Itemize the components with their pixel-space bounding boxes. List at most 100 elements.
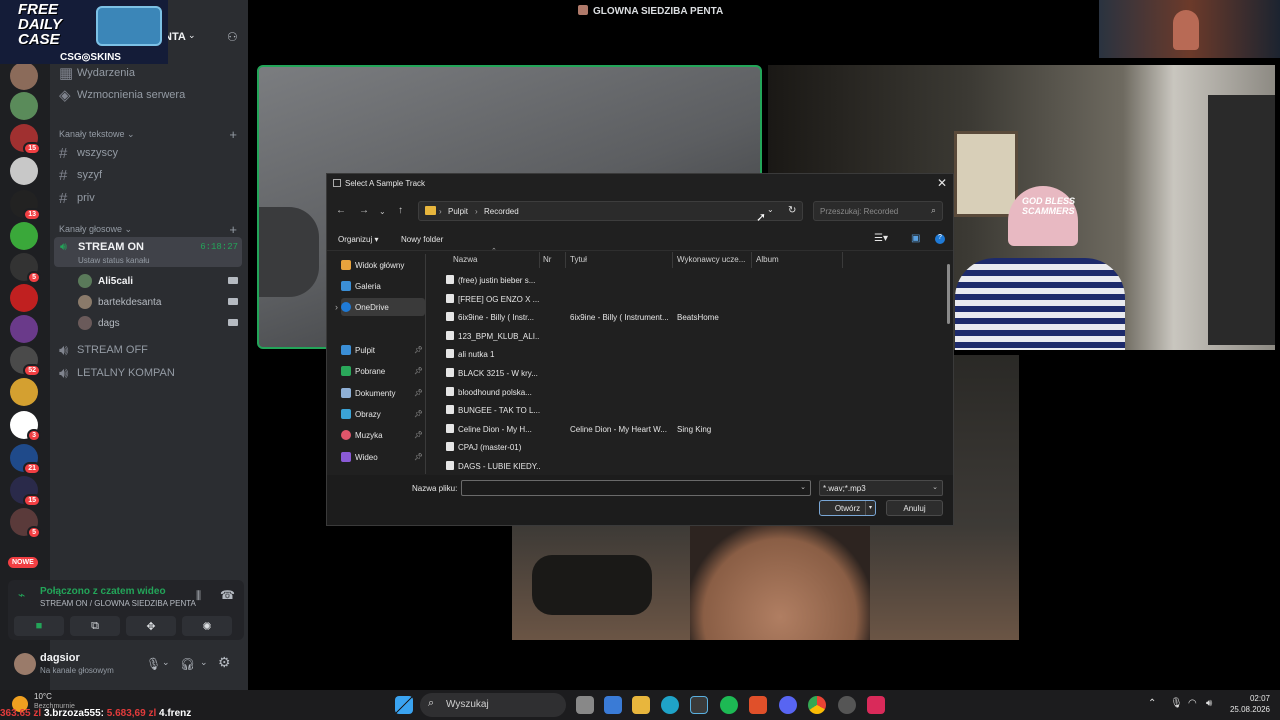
column-divider[interactable] bbox=[672, 252, 673, 268]
server-icon[interactable]: 5 bbox=[10, 508, 41, 539]
disconnect-icon[interactable]: ☎ bbox=[220, 588, 235, 602]
voice-channel-stream-on[interactable]: 🔊︎ STREAM ON Ustaw status kanału 6:18:27 bbox=[54, 237, 242, 267]
activities-button[interactable]: ✥ bbox=[126, 616, 176, 636]
help-icon[interactable]: ? bbox=[935, 234, 945, 244]
discord-icon[interactable] bbox=[779, 696, 797, 714]
column-number[interactable]: Nr bbox=[543, 255, 551, 264]
headphones-icon[interactable]: 🎧︎ bbox=[180, 657, 195, 671]
column-name[interactable]: Nazwa bbox=[453, 255, 477, 264]
column-album[interactable]: Album bbox=[756, 255, 779, 264]
chevron-down-icon[interactable]: ⌄ bbox=[800, 483, 806, 491]
nav-onedrive[interactable]: OneDrive bbox=[341, 298, 425, 316]
server-icon[interactable]: 5 bbox=[10, 253, 41, 284]
pin-icon[interactable]: 📌︎ bbox=[414, 431, 423, 439]
soundboard-button[interactable]: ✺ bbox=[182, 616, 232, 636]
search-input[interactable]: Przeszukaj: Recorded ⌕ bbox=[813, 201, 943, 221]
store-icon[interactable] bbox=[604, 696, 622, 714]
screenshare-button[interactable]: ⧉ bbox=[70, 616, 120, 636]
server-icon[interactable] bbox=[10, 315, 38, 343]
nav-music[interactable]: Muzyka 📌︎ bbox=[341, 426, 425, 444]
cancel-button[interactable]: Anuluj bbox=[886, 500, 943, 516]
server-icon[interactable] bbox=[10, 92, 38, 120]
avatar[interactable] bbox=[14, 653, 36, 675]
filename-input[interactable]: ⌄ bbox=[461, 480, 811, 496]
organize-button[interactable]: Organizuj ▾ bbox=[338, 235, 379, 244]
column-divider[interactable] bbox=[565, 252, 566, 268]
microphone-icon[interactable]: 🎙︎ bbox=[146, 657, 161, 671]
voice-category[interactable]: Kanały głosowe ⌄ + bbox=[59, 222, 243, 237]
add-channel-icon[interactable]: + bbox=[229, 127, 237, 142]
server-icon[interactable] bbox=[10, 62, 38, 90]
server-icon[interactable] bbox=[10, 378, 38, 406]
split-arrow-icon[interactable]: ▾ bbox=[865, 501, 875, 515]
scrollbar[interactable] bbox=[947, 264, 950, 324]
file-row[interactable]: CPAJ (master-01) bbox=[445, 438, 945, 456]
file-row[interactable]: DAGS - LUBIE KIEDY... bbox=[445, 457, 945, 473]
add-user-icon[interactable]: ⚇ bbox=[227, 30, 238, 44]
server-icon[interactable] bbox=[10, 222, 38, 250]
back-icon[interactable]: ← bbox=[336, 205, 346, 216]
pin-icon[interactable]: 📌︎ bbox=[414, 453, 423, 461]
channel-wszyscy[interactable]: # wszyscy bbox=[59, 143, 243, 163]
forward-icon[interactable]: → bbox=[359, 205, 369, 216]
chevron-down-icon[interactable]: ⌄ bbox=[162, 657, 170, 668]
volume-icon[interactable]: 🔊︎ bbox=[1206, 698, 1212, 709]
app-icon[interactable] bbox=[838, 696, 856, 714]
file-row[interactable]: [FREE] OG ENZO X ... bbox=[445, 290, 945, 308]
open-button[interactable]: Otwórz ▾ bbox=[819, 500, 876, 516]
app-icon[interactable] bbox=[690, 696, 708, 714]
file-row[interactable]: BUNGEE - TAK TO L... bbox=[445, 401, 945, 419]
tiktok-icon[interactable] bbox=[867, 696, 885, 714]
breadcrumb-item[interactable]: Recorded bbox=[484, 207, 519, 216]
chevron-up-icon[interactable]: ⌃ bbox=[1148, 698, 1156, 709]
column-divider[interactable] bbox=[751, 252, 752, 268]
column-divider[interactable] bbox=[842, 252, 843, 268]
file-row[interactable]: 6ix9ine - Billy ( Instr... 6ix9ine - Bill… bbox=[445, 308, 945, 326]
nav-pictures[interactable]: Obrazy 📌︎ bbox=[341, 405, 425, 423]
filetype-select[interactable]: *.wav;*.mp3 ⌄ bbox=[819, 480, 943, 496]
server-icon[interactable]: 15 bbox=[10, 124, 41, 155]
add-channel-icon[interactable]: + bbox=[229, 222, 237, 237]
pane-divider[interactable] bbox=[425, 254, 426, 474]
voice-member[interactable]: Ali5cali bbox=[78, 271, 242, 291]
voice-channel-stream-off[interactable]: 🔊︎ STREAM OFF bbox=[59, 340, 243, 360]
channel-boosts[interactable]: ◈ Wzmocnienia serwera bbox=[59, 85, 243, 105]
taskbar-search[interactable]: ⌕ Wyszukaj bbox=[420, 693, 566, 717]
nav-downloads[interactable]: Pobrane 📌︎ bbox=[341, 362, 425, 380]
file-row[interactable]: ali nutka 1 bbox=[445, 345, 945, 363]
file-row[interactable]: BLACK 3215 - W kry... bbox=[445, 364, 945, 382]
edge-icon[interactable] bbox=[661, 696, 679, 714]
chevron-down-icon[interactable]: ⌄ bbox=[767, 205, 774, 214]
file-row[interactable]: (free) justin bieber s... bbox=[445, 271, 945, 289]
wifi-icon[interactable]: ◠ bbox=[1188, 698, 1197, 709]
camera-button[interactable]: ■ bbox=[14, 616, 64, 636]
nav-documents[interactable]: Dokumenty 📌︎ bbox=[341, 384, 425, 402]
new-folder-button[interactable]: Nowy folder bbox=[401, 235, 443, 244]
channel-syzyf[interactable]: # syzyf bbox=[59, 165, 243, 185]
server-icon[interactable]: 52 bbox=[10, 346, 41, 377]
channel-status[interactable]: Ustaw status kanału bbox=[78, 256, 150, 265]
column-divider[interactable] bbox=[539, 252, 540, 268]
channel-events[interactable]: ▦ Wydarzenia bbox=[59, 63, 243, 83]
noise-icon[interactable]: ⫼ bbox=[196, 590, 201, 603]
brave-icon[interactable] bbox=[749, 696, 767, 714]
task-view-icon[interactable] bbox=[576, 696, 594, 714]
close-icon[interactable]: ✕ bbox=[937, 176, 947, 190]
voice-connection-subtitle[interactable]: STREAM ON / GLOWNA SIEDZIBA PENTA bbox=[40, 599, 196, 608]
column-artists[interactable]: Wykonawcy ucze... bbox=[677, 255, 745, 264]
nav-desktop[interactable]: Pulpit 📌︎ bbox=[341, 341, 425, 359]
pin-icon[interactable]: 📌︎ bbox=[414, 410, 423, 418]
server-icon[interactable]: 13 bbox=[10, 190, 41, 221]
view-icon[interactable]: ☰▾ bbox=[874, 233, 888, 244]
column-title[interactable]: Tytuł bbox=[570, 255, 587, 264]
weather-temp[interactable]: 10°C bbox=[34, 692, 52, 701]
chevron-right-icon[interactable]: › bbox=[335, 302, 338, 312]
channel-priv[interactable]: # priv bbox=[59, 188, 243, 208]
gear-icon[interactable]: ⚙ bbox=[218, 654, 231, 671]
file-row[interactable]: 123_BPM_KLUB_ALI... bbox=[445, 327, 945, 345]
microphone-icon[interactable]: 🎙︎ bbox=[1170, 698, 1183, 709]
pin-icon[interactable]: 📌︎ bbox=[414, 346, 423, 354]
chrome-icon[interactable] bbox=[808, 696, 826, 714]
voice-member[interactable]: dags bbox=[78, 313, 242, 333]
server-icon[interactable] bbox=[10, 284, 38, 312]
